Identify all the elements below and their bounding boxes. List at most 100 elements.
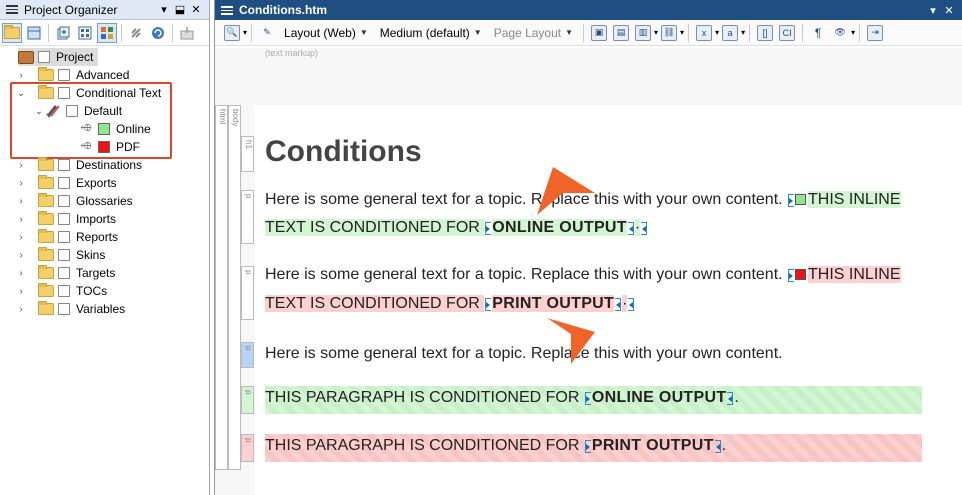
conditions-icon[interactable]: ▤ [613,24,630,41]
tree-item-tocs[interactable]: › TOCs [14,282,107,300]
link-icon[interactable]: ⛓ [661,24,678,41]
span-tag-end[interactable] [615,298,622,311]
grid-view-icon[interactable] [24,23,44,43]
checkbox[interactable] [58,303,70,315]
tree-item-exports[interactable]: › Exports [14,174,117,192]
chevron-right-icon[interactable]: › [14,160,28,171]
close-icon[interactable]: ✕ [189,3,203,16]
dropdown-icon[interactable]: ▾ [926,4,940,17]
chevron-right-icon[interactable]: › [14,70,28,81]
structure-bar-p-online[interactable]: p [241,386,254,414]
checkbox[interactable] [58,267,70,279]
new-item-icon[interactable] [53,23,73,43]
checkbox[interactable] [58,177,70,189]
menu-icon[interactable] [221,5,233,15]
tree-item-label: Targets [76,266,116,280]
checkbox[interactable] [58,231,70,243]
pin-icon[interactable]: ⬓ [173,3,187,16]
preview-icon[interactable]: ▣ [591,24,608,41]
chevron-right-icon[interactable]: › [14,214,28,225]
tree-item-project[interactable]: Project [18,48,98,66]
export-icon[interactable] [177,23,197,43]
page-layout-dropdown[interactable]: Page Layout ▼ [494,26,573,40]
span-tag-start[interactable] [584,440,591,453]
structure-bar-p-print[interactable]: p [241,434,254,462]
checkbox[interactable] [58,213,70,225]
checkbox[interactable] [58,285,70,297]
structure-bar-p[interactable]: p [241,190,254,244]
span-tag-end[interactable] [627,222,634,235]
structure-bar-body[interactable]: body [228,105,241,470]
paragraph-text: Here is some general text for a topic. R… [265,266,788,283]
span-tag-end[interactable] [727,392,734,405]
insert-text-icon[interactable]: x [696,24,713,41]
document-tab-title[interactable]: Conditions.htm [239,3,924,17]
span-tag-start[interactable] [584,392,591,405]
image-icon[interactable]: ▥ [635,24,652,41]
condition-tag-start[interactable] [788,269,795,282]
structure-bar-html[interactable]: html [215,105,228,470]
structure-bar-p[interactable]: p [241,266,254,320]
chevron-right-icon[interactable]: › [14,268,28,279]
structure-bar-h1[interactable]: h1 [241,136,254,172]
show-hide-icon[interactable]: 👁 [832,25,848,41]
checkbox[interactable] [58,69,70,81]
condition-tag-end[interactable] [641,222,648,235]
tree-item-destinations[interactable]: › Destinations [14,156,142,174]
chevron-right-icon[interactable]: › [14,250,28,261]
bold-text-print-output: PRINT OUTPUT [492,295,615,312]
chevron-right-icon[interactable]: › [14,178,28,189]
paragraph-2-line-1[interactable]: Here is some general text for a topic. R… [265,266,901,284]
editor-content-area[interactable]: (text markup) html body h1 p p p p p Con… [215,48,962,495]
tree-item-reports[interactable]: › Reports [14,228,118,246]
layout-dropdown[interactable]: Layout (Web) ▼ [284,26,368,40]
open-folder-icon[interactable] [2,22,22,43]
heading-conditions[interactable]: Conditions [265,135,422,169]
paragraph-conditioned-print[interactable]: THIS PARAGRAPH IS CONDITIONED FOR PRINT … [265,434,922,462]
close-icon[interactable]: ✕ [942,4,956,17]
chevron-right-icon[interactable]: › [14,232,28,243]
paragraph-conditioned-online[interactable]: THIS PARAGRAPH IS CONDITIONED FOR ONLINE… [265,386,922,414]
tree-item-label: Variables [76,302,126,316]
span-tag-end[interactable] [714,440,721,453]
show-tags-icon[interactable]: [] [757,24,774,41]
span-tag-start[interactable] [485,222,492,235]
chevron-right-icon[interactable]: › [14,196,28,207]
properties-icon[interactable] [75,23,95,43]
chevron-right-icon[interactable]: › [14,304,28,315]
menu-icon[interactable] [6,5,18,14]
checkbox[interactable] [58,249,70,261]
refresh-icon[interactable] [148,23,168,43]
checkbox[interactable] [38,51,50,63]
tree-item-imports[interactable]: › Imports [14,210,116,228]
show-conditions-icon[interactable]: CI [779,24,796,41]
checkbox[interactable] [58,159,70,171]
medium-dropdown[interactable]: Medium (default) ▼ [380,26,482,40]
structure-bar-p-selected[interactable]: p [241,342,254,368]
chevron-right-icon[interactable]: › [14,286,28,297]
span-tag-start[interactable] [485,298,492,311]
tree-item-targets[interactable]: › Targets [14,264,115,282]
paragraph-3[interactable]: Here is some general text for a topic. R… [265,345,783,363]
layout-icon[interactable]: ✎ [259,25,275,41]
paragraph-text: Here is some general text for a topic. R… [265,191,788,208]
options-icon[interactable]: ⇥ [867,24,884,41]
pilcrow-icon[interactable]: ¶ [810,25,826,41]
tree-item-glossaries[interactable]: › Glossaries [14,192,133,210]
tree-item-label: Advanced [76,68,130,82]
paragraph-1-line-2[interactable]: TEXT IS CONDITIONED FOR ONLINE OUTPUT · [265,219,648,237]
condition-tag-start[interactable] [788,194,795,207]
tree-item-skins[interactable]: › Skins [14,246,105,264]
bind-icon[interactable] [126,23,146,43]
layout-grid-icon[interactable] [97,22,117,43]
condition-tag-end[interactable] [628,298,635,311]
project-organizer-panel: Project Organizer ▾ ⬓ ✕ Project › Advanc… [0,0,210,495]
tree-item-label: Exports [76,176,117,190]
dropdown-icon[interactable]: ▾ [157,3,171,16]
paragraph-2-line-2[interactable]: TEXT IS CONDITIONED FOR PRINT OUTPUT · [265,295,635,313]
font-icon[interactable]: a [722,24,739,41]
checkbox[interactable] [58,195,70,207]
tree-item-variables[interactable]: › Variables [14,300,125,318]
project-organizer-titlebar: Project Organizer ▾ ⬓ ✕ [0,0,209,20]
zoom-icon[interactable]: 🔍 [224,24,240,41]
